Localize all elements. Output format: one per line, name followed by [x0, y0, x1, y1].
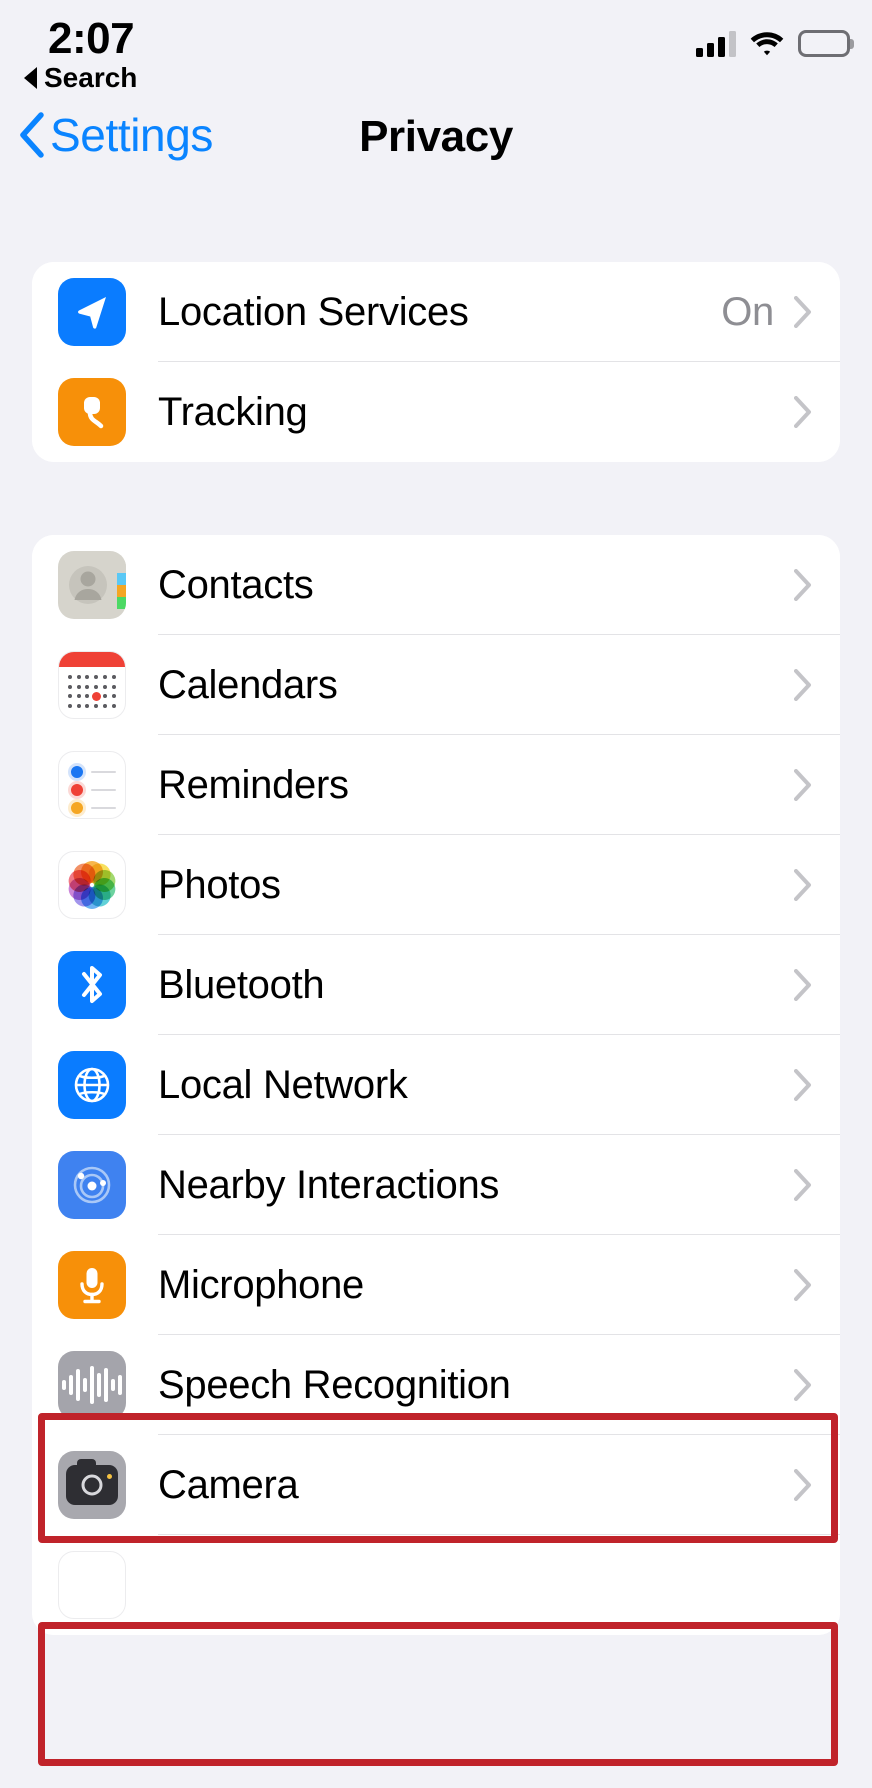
camera-lens	[81, 1474, 103, 1496]
chevron-right-icon	[794, 669, 811, 701]
list-item-accessory	[794, 1069, 840, 1101]
list-item-location-services[interactable]: Location Services On	[32, 262, 840, 362]
calendar-header-bar	[59, 652, 125, 667]
chevron-right-icon	[794, 1269, 811, 1301]
location-services-value: On	[721, 289, 774, 334]
list-item-accessory	[794, 569, 840, 601]
list-item-contacts[interactable]: Contacts	[32, 535, 840, 635]
battery-icon	[798, 30, 850, 57]
camera-body	[66, 1459, 118, 1505]
pinwheel-petals	[64, 857, 120, 913]
list-item-label: Speech Recognition	[158, 1362, 511, 1407]
reminders-list-icon	[58, 751, 126, 819]
partial-row-icon	[58, 1551, 126, 1619]
globe-icon	[58, 1051, 126, 1119]
cellular-signal-icon	[696, 30, 736, 57]
list-item-label: Camera	[158, 1462, 299, 1507]
back-to-search-button[interactable]: Search	[24, 62, 137, 94]
chevron-right-icon	[794, 1169, 811, 1201]
chevron-right-icon	[794, 1069, 811, 1101]
status-bar-indicators	[696, 30, 850, 57]
bluetooth-icon	[58, 951, 126, 1019]
list-item-accessory	[794, 969, 840, 1001]
list-item-label: Contacts	[158, 562, 314, 607]
list-item-label: Calendars	[158, 662, 338, 707]
status-bar-time: 2:07	[48, 14, 135, 63]
microphone-icon	[58, 1251, 126, 1319]
list-item-label: Location Services	[158, 289, 469, 334]
list-item-label: Photos	[158, 862, 281, 907]
list-item-reminders[interactable]: Reminders	[32, 735, 840, 835]
list-item-camera[interactable]: Camera	[32, 1435, 840, 1535]
contacts-index-tabs	[117, 561, 126, 609]
calendar-icon	[58, 651, 126, 719]
settings-group-primary: Location Services On Tracking	[32, 262, 840, 462]
reminders-rows	[68, 763, 116, 817]
list-item-label: Reminders	[158, 762, 349, 807]
list-item-accessory	[794, 396, 840, 428]
list-item-label: Nearby Interactions	[158, 1162, 500, 1207]
list-item-photos[interactable]: Photos	[32, 835, 840, 935]
waveform-bars	[62, 1364, 122, 1406]
chevron-right-icon	[794, 396, 811, 428]
chevron-right-icon	[794, 1369, 811, 1401]
list-item-accessory	[794, 869, 840, 901]
calendar-day-dots	[66, 672, 118, 711]
list-item-accessory	[794, 1469, 840, 1501]
list-item-label: Tracking	[158, 389, 308, 434]
privacy-settings-screen: 2:07 Search Settings Privacy Location Se…	[0, 0, 872, 1788]
list-item-tracking[interactable]: Tracking	[32, 362, 840, 462]
list-item-label: Local Network	[158, 1062, 408, 1107]
contacts-person-icon	[58, 551, 126, 619]
list-item-speech-recognition[interactable]: Speech Recognition	[32, 1335, 840, 1435]
list-item-accessory	[794, 1269, 840, 1301]
photos-pinwheel-icon	[58, 851, 126, 919]
list-item-nearby-interactions[interactable]: Nearby Interactions	[32, 1135, 840, 1235]
list-item-accessory	[794, 669, 840, 701]
tracking-hand-icon	[58, 378, 126, 446]
waveform-icon	[58, 1351, 126, 1419]
wifi-icon	[750, 31, 784, 57]
triangle-left-icon	[24, 67, 37, 89]
list-item-microphone[interactable]: Microphone	[32, 1235, 840, 1335]
back-to-search-label: Search	[44, 62, 138, 93]
camera-icon	[58, 1451, 126, 1519]
navigation-bar: Settings Privacy	[0, 104, 872, 190]
camera-flash	[107, 1474, 112, 1479]
chevron-right-icon	[794, 569, 811, 601]
radar-icon	[58, 1151, 126, 1219]
chevron-right-icon	[794, 296, 811, 328]
chevron-right-icon	[794, 969, 811, 1001]
list-item-partial-next[interactable]	[32, 1535, 840, 1635]
list-item-accessory	[794, 1169, 840, 1201]
list-item-local-network[interactable]: Local Network	[32, 1035, 840, 1135]
list-item-accessory: On	[721, 290, 840, 335]
list-item-calendars[interactable]: Calendars	[32, 635, 840, 735]
annotation-box-camera	[38, 1622, 838, 1766]
list-item-accessory	[794, 769, 840, 801]
list-item-label: Bluetooth	[158, 962, 325, 1007]
settings-group-app-permissions: Contacts Calendars Reminders Photos Blue…	[32, 535, 840, 1635]
list-item-label: Microphone	[158, 1262, 365, 1307]
location-arrow-icon	[58, 278, 126, 346]
list-item-bluetooth[interactable]: Bluetooth	[32, 935, 840, 1035]
page-title: Privacy	[359, 112, 513, 161]
status-bar: 2:07 Search	[0, 0, 872, 100]
chevron-right-icon	[794, 869, 811, 901]
chevron-right-icon	[794, 1469, 811, 1501]
list-item-accessory	[794, 1369, 840, 1401]
chevron-right-icon	[794, 769, 811, 801]
